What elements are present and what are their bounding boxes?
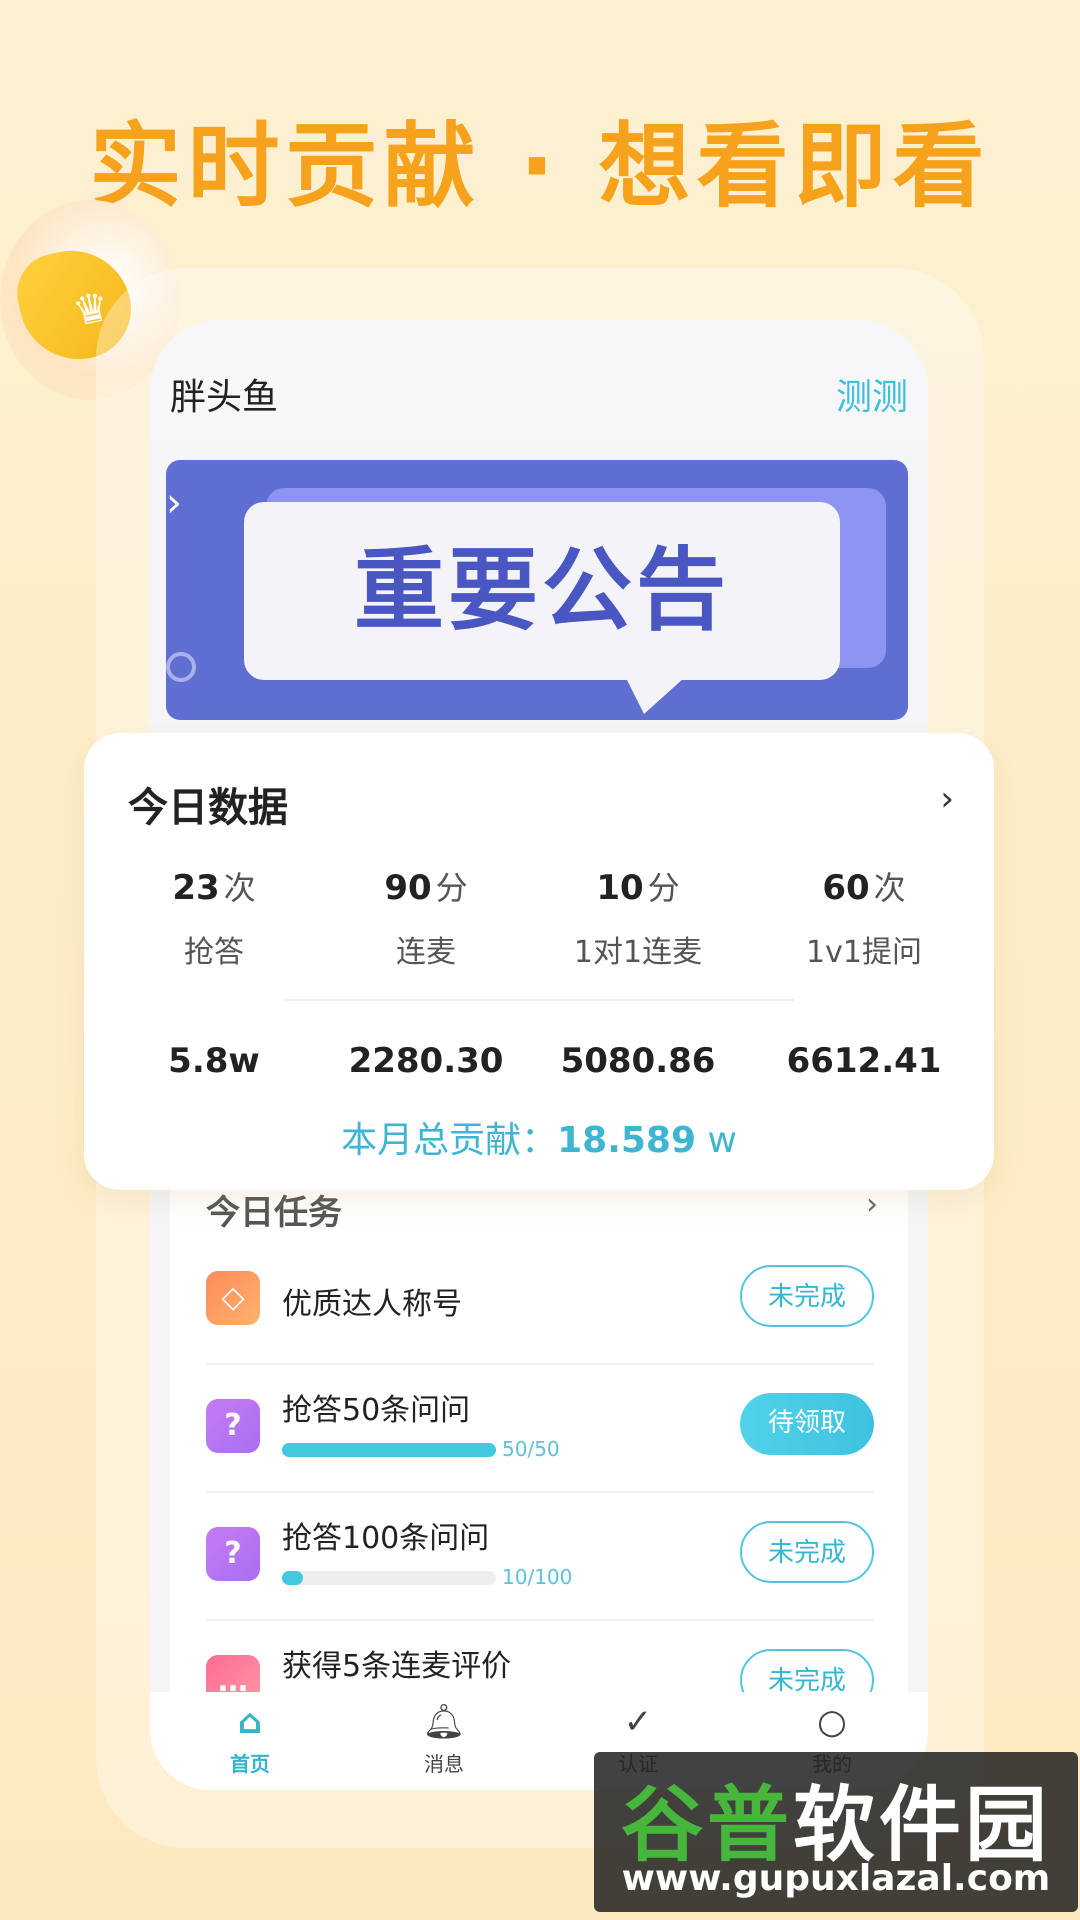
task-name: 优质达人称号	[282, 1287, 462, 1322]
user-icon: ○	[817, 1702, 847, 1742]
task-status-button[interactable]: 未完成	[740, 1265, 874, 1327]
card-title: 今日数据	[128, 785, 288, 831]
tab-messages[interactable]: 🔔︎ 消息	[384, 1702, 504, 1777]
metric-1v1-question: 60 次 1v1提问	[754, 863, 974, 971]
task-item: ? 抢答100条问问 10/100 未完成	[206, 1493, 874, 1621]
task-name: 抢答100条问问	[282, 1521, 490, 1556]
tab-label: 消息	[424, 1752, 464, 1776]
app-header: 胖头鱼 测测	[150, 320, 928, 440]
metric-value: 10	[596, 868, 644, 908]
tasks-title: 今日任务	[206, 1193, 342, 1233]
metric-mic-link: 90 分 连麦	[316, 863, 536, 971]
amount-value: 5080.86	[560, 1041, 716, 1081]
question-icon: ?	[206, 1527, 260, 1581]
monthly-total-label: 本月总贡献：	[341, 1120, 558, 1161]
home-icon: ⌂	[237, 1702, 263, 1742]
monthly-total: 本月总贡献：18.589 w	[84, 1111, 994, 1163]
chevron-right-icon: ›	[166, 480, 182, 526]
metric-label: 1对1连麦	[573, 935, 703, 970]
metric-grab-answer: 23 次 抢答	[104, 863, 324, 971]
tab-home[interactable]: ⌂ 首页	[190, 1702, 310, 1777]
progress-bar	[282, 1443, 496, 1457]
task-name: 抢答50条问问	[282, 1393, 471, 1428]
progress-fill	[282, 1571, 304, 1585]
progress-fill	[282, 1443, 496, 1457]
task-status-button[interactable]: 未完成	[740, 1649, 874, 1695]
metric-label: 连麦	[396, 935, 456, 970]
amount-value: 2280.30	[348, 1041, 504, 1081]
badge-check-icon: ✓	[623, 1702, 653, 1742]
test-button[interactable]: 测测	[836, 368, 908, 420]
monthly-total-unit: w	[707, 1120, 737, 1161]
metric-unit: 次	[873, 869, 906, 907]
ring-decoration	[166, 652, 196, 682]
task-item: ? 抢答50条问问 50/50 待领取	[206, 1365, 874, 1493]
announcement-banner[interactable]: 重要公告 ›	[166, 460, 908, 720]
claim-button[interactable]: 待领取	[740, 1393, 874, 1455]
metric-value: 23	[172, 868, 220, 908]
metric-unit: 分	[435, 869, 468, 907]
metric-unit: 次	[223, 869, 256, 907]
bell-icon: 🔔︎	[422, 1702, 466, 1742]
metric-value: 90	[384, 868, 432, 908]
metric-one-on-one: 10 分 1对1连麦	[528, 863, 748, 971]
task-item: … 获得5条连麦评价 未完成	[206, 1621, 874, 1695]
chevron-right-icon[interactable]: ›	[866, 1187, 878, 1222]
app-name: 胖头鱼	[170, 377, 279, 418]
metric-label: 1v1提问	[806, 935, 922, 970]
diamond-icon: ◇	[206, 1271, 260, 1325]
monthly-total-value: 18.589	[557, 1120, 697, 1161]
progress-text: 50/50	[502, 1437, 560, 1461]
progress-text: 10/100	[502, 1565, 573, 1589]
speech-bubble-tail	[626, 678, 684, 714]
chevron-right-icon[interactable]: ›	[940, 779, 954, 819]
question-icon: ?	[206, 1399, 260, 1453]
watermark: 谷普软件园 www.gupuxlazal.com	[594, 1752, 1078, 1912]
metric-label: 抢答	[184, 935, 244, 970]
headline: 实时贡献 · 想看即看	[89, 113, 991, 220]
chat-icon: …	[206, 1655, 260, 1695]
task-name: 获得5条连麦评价	[282, 1649, 512, 1684]
amount-value: 6612.41	[786, 1041, 942, 1081]
banner-text: 重要公告	[354, 538, 730, 643]
divider	[284, 999, 794, 1001]
watermark-url: www.gupuxlazal.com	[621, 1858, 1051, 1899]
today-tasks-section: 今日任务 › ◇ 优质达人称号 未完成 ? 抢答50条问问 50/50 待领取 …	[170, 1165, 908, 1695]
amount-value: 5.8w	[168, 1041, 260, 1081]
today-data-card: 今日数据 › 23 次 抢答 90 分 连麦 10 分 1对1连麦 60 次 1v1提问…	[84, 733, 994, 1190]
task-item: ◇ 优质达人称号 未完成	[206, 1237, 874, 1365]
task-status-button[interactable]: 未完成	[740, 1521, 874, 1583]
metric-unit: 分	[647, 869, 680, 907]
progress-bar	[282, 1571, 496, 1585]
metric-value: 60	[822, 868, 870, 908]
tab-label: 首页	[230, 1752, 270, 1776]
